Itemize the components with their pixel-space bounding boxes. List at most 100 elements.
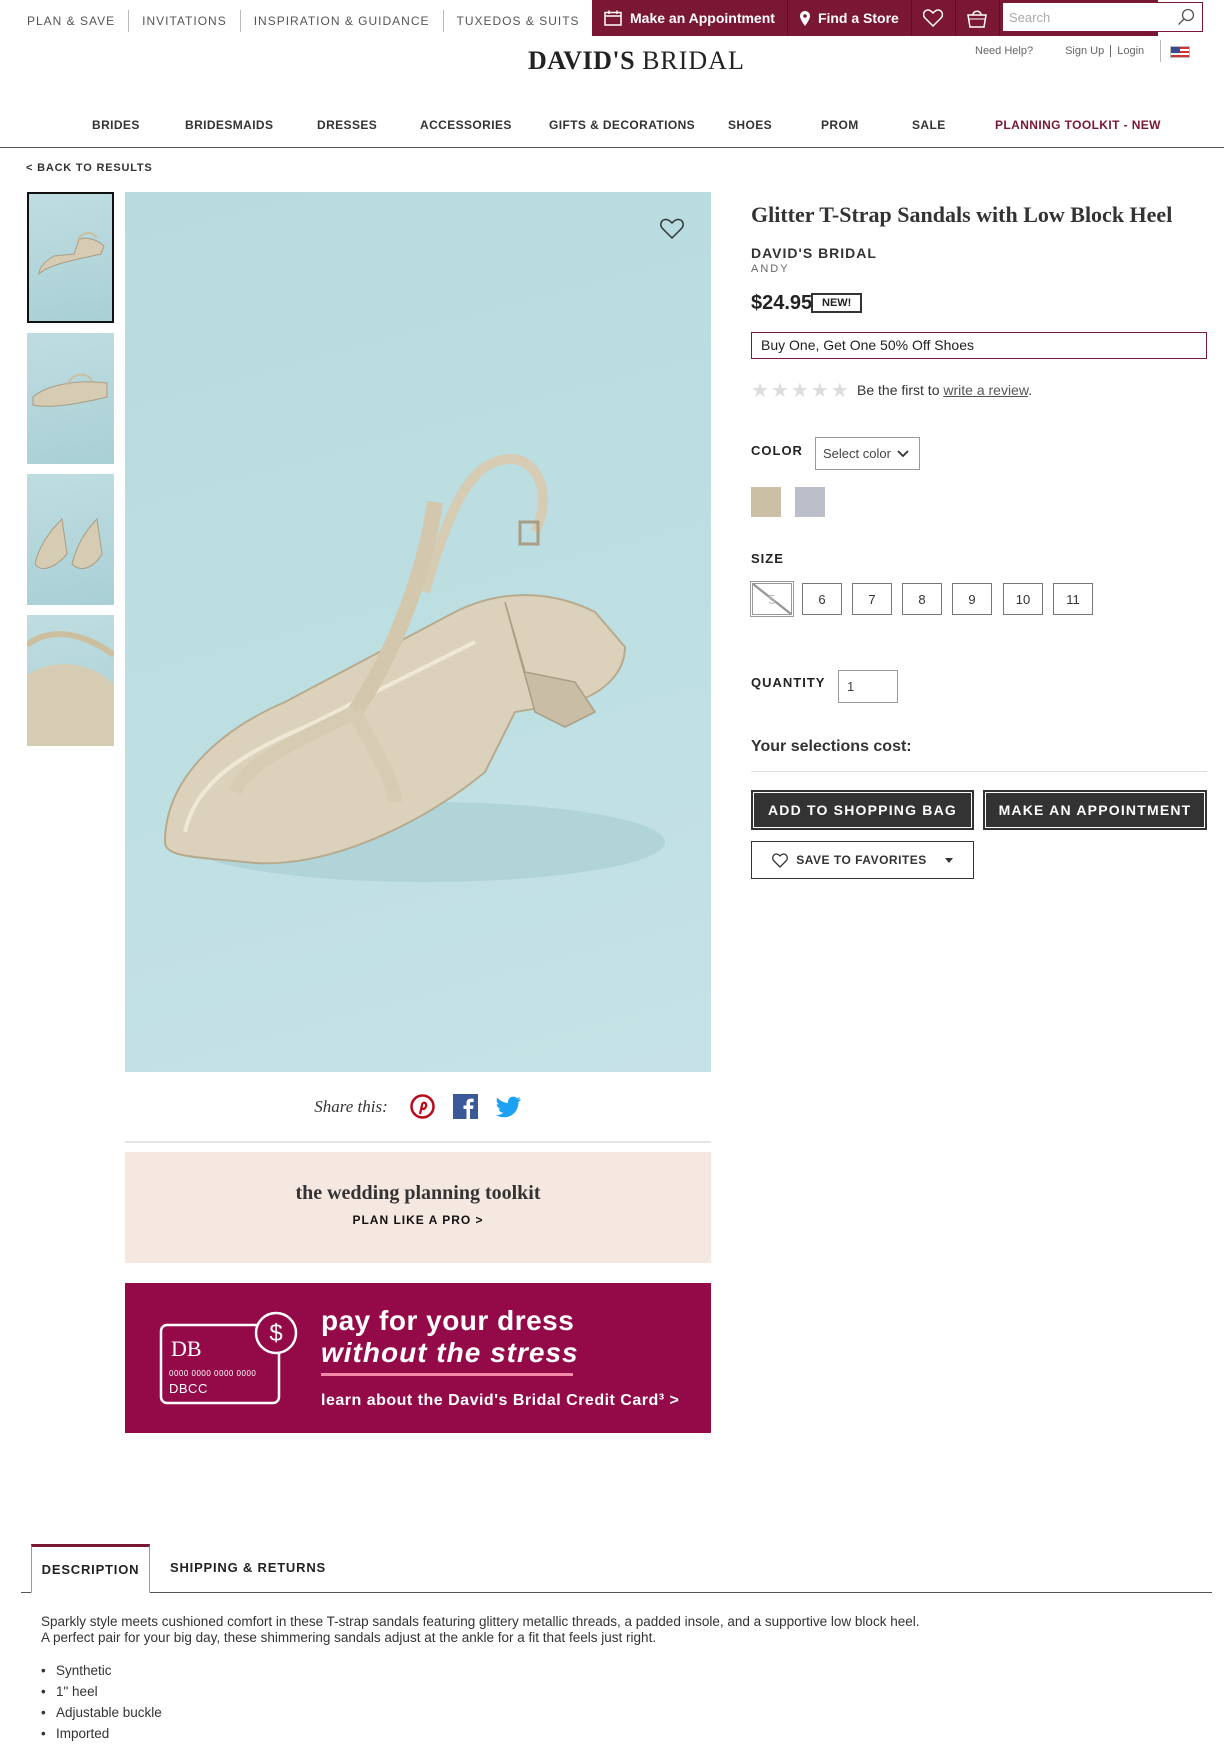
size-option-11[interactable]: 11 — [1053, 583, 1093, 615]
nav-planning-toolkit[interactable]: PLANNING TOOLKIT - NEW — [995, 118, 1161, 132]
product-thumbnail-2[interactable] — [27, 333, 114, 464]
shopping-bag-button[interactable] — [956, 0, 1000, 36]
tabs-divider — [21, 1592, 1212, 1593]
list-item: 1" heel — [41, 1681, 162, 1702]
product-thumbnail-3[interactable] — [27, 474, 114, 605]
make-appointment-button[interactable]: MAKE AN APPOINTMENT — [983, 790, 1207, 830]
color-label: COLOR — [751, 443, 803, 458]
find-store-link[interactable]: Find a Store — [788, 0, 912, 36]
search-input[interactable] — [1003, 4, 1171, 30]
color-swatch-silver[interactable] — [795, 487, 825, 517]
utility-link-tuxedos[interactable]: TUXEDOS & SUITS — [444, 10, 593, 32]
share-label: Share this: — [314, 1096, 388, 1116]
nav-shoes[interactable]: SHOES — [728, 118, 772, 132]
product-main-image[interactable] — [125, 192, 711, 1072]
size-option-8[interactable]: 8 — [902, 583, 942, 615]
promo-headline: pay for your dress — [321, 1305, 575, 1336]
utility-links: PLAN & SAVE INVITATIONS INSPIRATION & GU… — [14, 10, 593, 32]
list-item: Imported — [41, 1723, 162, 1744]
description-line-2: A perfect pair for your big day, these s… — [41, 1630, 657, 1645]
heart-icon — [923, 9, 944, 27]
search-icon[interactable] — [1171, 3, 1201, 31]
save-to-favorites-button[interactable]: SAVE TO FAVORITES — [751, 841, 974, 879]
make-appointment-label: Make an Appointment — [630, 10, 775, 26]
nav-dresses[interactable]: DRESSES — [317, 118, 377, 132]
utility-link-invitations[interactable]: INVITATIONS — [129, 10, 241, 32]
promo-underline — [321, 1373, 573, 1376]
logo-davids: DAVID'S — [528, 46, 636, 75]
utility-link-inspiration[interactable]: INSPIRATION & GUIDANCE — [241, 10, 444, 32]
review-prefix: Be the first to — [857, 382, 940, 398]
selections-cost-label: Your selections cost: — [751, 738, 912, 755]
list-item: Synthetic — [41, 1660, 162, 1681]
tab-description[interactable]: DESCRIPTION — [31, 1544, 150, 1593]
nav-gifts-decorations[interactable]: GIFTS & DECORATIONS — [549, 118, 695, 132]
planning-toolkit-banner[interactable]: the wedding planning toolkit PLAN LIKE A… — [125, 1152, 711, 1263]
size-option-5[interactable]: 5 — [750, 581, 794, 617]
svg-text:$: $ — [269, 1320, 282, 1347]
toolkit-cta-link[interactable]: PLAN LIKE A PRO > — [125, 1213, 711, 1227]
utility-bar: PLAN & SAVE INVITATIONS INSPIRATION & GU… — [0, 0, 1224, 36]
main-nav: BRIDES BRIDESMAIDS DRESSES ACCESSORIES G… — [0, 112, 1224, 148]
tab-shipping-returns[interactable]: SHIPPING & RETURNS — [170, 1560, 326, 1575]
save-to-favorites-label: SAVE TO FAVORITES — [796, 853, 927, 867]
pinterest-icon[interactable] — [410, 1094, 435, 1119]
nav-prom[interactable]: PROM — [821, 118, 859, 132]
calendar-icon — [604, 10, 622, 26]
color-select-value: Select color — [823, 446, 891, 461]
caret-down-icon — [944, 857, 953, 863]
us-flag-icon[interactable] — [1170, 46, 1190, 58]
new-badge: NEW! — [811, 293, 863, 313]
favorites-button[interactable] — [912, 0, 956, 36]
list-item: Adjustable buckle — [41, 1702, 162, 1723]
twitter-icon[interactable] — [495, 1096, 522, 1118]
color-swatch-gold[interactable] — [751, 487, 781, 517]
chevron-down-icon — [897, 449, 909, 457]
svg-text:DB: DB — [171, 1336, 202, 1361]
product-title: Glitter T-Strap Sandals with Low Block H… — [751, 202, 1173, 227]
size-option-6[interactable]: 6 — [802, 583, 842, 615]
utility-link-plan-save[interactable]: PLAN & SAVE — [14, 10, 130, 32]
account-divider — [1110, 45, 1112, 57]
rating-stars[interactable]: ★ ★ ★ ★ ★ — [751, 378, 849, 403]
heart-outline-icon — [772, 852, 789, 868]
make-appointment-link[interactable]: Make an Appointment — [592, 0, 788, 36]
cost-divider — [751, 771, 1207, 772]
product-description: Sparkly style meets cushioned comfort in… — [41, 1614, 1191, 1646]
card-name-text: DBCC — [169, 1381, 208, 1396]
location-pin-icon — [799, 10, 810, 26]
product-thumbnail-1[interactable] — [27, 192, 114, 323]
credit-card-promo-banner[interactable]: $ DB 0000 0000 0000 0000 DBCC pay for yo… — [125, 1283, 711, 1433]
need-help-link[interactable]: Need Help? — [975, 45, 1033, 57]
write-review-link[interactable]: write a review — [943, 382, 1028, 398]
nav-bridesmaids[interactable]: BRIDESMAIDS — [185, 118, 273, 132]
shopping-bag-icon — [967, 10, 988, 28]
flag-divider — [1160, 40, 1161, 62]
quantity-input[interactable] — [838, 670, 898, 703]
add-favorite-heart-icon[interactable] — [660, 218, 684, 240]
color-select[interactable]: Select color — [815, 437, 920, 470]
facebook-icon[interactable] — [452, 1094, 478, 1119]
site-logo[interactable]: DAVID'S BRIDAL — [528, 46, 745, 76]
add-to-bag-button[interactable]: ADD TO SHOPPING BAG — [751, 790, 974, 830]
review-prompt: Be the first to write a review. — [857, 382, 1032, 398]
promo-subheadline: without the stress — [321, 1337, 579, 1368]
star-icon: ★ — [810, 380, 829, 402]
size-option-10[interactable]: 10 — [1003, 583, 1043, 615]
card-number-text: 0000 0000 0000 0000 — [169, 1369, 257, 1378]
find-store-label: Find a Store — [817, 10, 899, 26]
size-option-7[interactable]: 7 — [852, 583, 892, 615]
promo-cta-link[interactable]: learn about the David's Bridal Credit Ca… — [321, 1392, 679, 1410]
star-icon: ★ — [751, 380, 769, 402]
product-thumbnail-4[interactable] — [27, 615, 114, 746]
logo-bridal: BRIDAL — [642, 46, 745, 75]
nav-accessories[interactable]: ACCESSORIES — [420, 118, 512, 132]
nav-brides[interactable]: BRIDES — [92, 118, 140, 132]
login-link[interactable]: Login — [1117, 45, 1144, 57]
back-to-results-link[interactable]: < BACK TO RESULTS — [26, 162, 153, 174]
search-box — [1002, 2, 1203, 32]
size-option-9[interactable]: 9 — [952, 583, 992, 615]
star-icon: ★ — [830, 380, 849, 402]
nav-sale[interactable]: SALE — [912, 118, 946, 132]
sign-up-link[interactable]: Sign Up — [1065, 45, 1104, 57]
